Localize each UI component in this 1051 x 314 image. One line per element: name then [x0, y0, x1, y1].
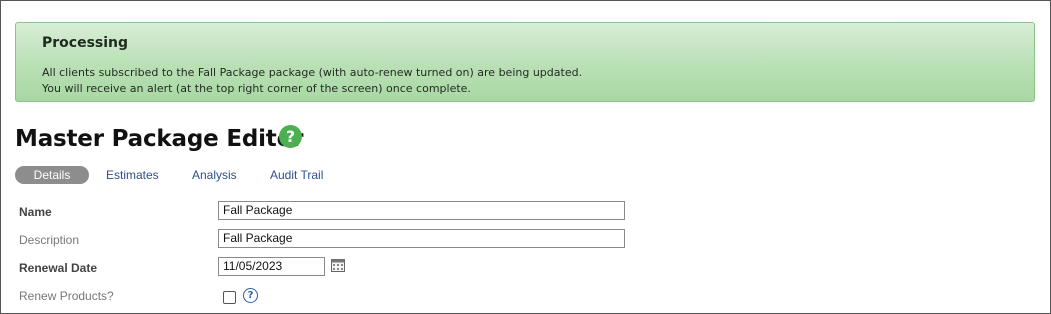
tab-estimates[interactable]: Estimates	[106, 166, 159, 184]
description-label: Description	[19, 233, 80, 247]
tab-details[interactable]: Details	[15, 166, 89, 184]
renew-products-checkbox[interactable]	[223, 291, 236, 304]
renewal-date-field[interactable]: 11/05/2023	[218, 257, 325, 276]
question-circle-icon[interactable]: ?	[279, 125, 302, 148]
description-field[interactable]: Fall Package	[218, 229, 625, 248]
renew-products-label: Renew Products?	[19, 289, 114, 303]
calendar-icon[interactable]	[331, 259, 345, 272]
name-label: Name	[19, 205, 52, 219]
renewal-date-label: Renewal Date	[19, 261, 98, 275]
question-circle-outline-icon[interactable]: ?	[243, 288, 258, 303]
tab-audit-trail[interactable]: Audit Trail	[270, 166, 323, 184]
page-title: Master Package Editor	[15, 126, 304, 152]
processing-alert: Processing All clients subscribed to the…	[15, 22, 1035, 102]
alert-message-line-2: You will receive an alert (at the top ri…	[42, 82, 471, 95]
alert-title: Processing	[42, 35, 129, 51]
name-field[interactable]: Fall Package	[218, 201, 625, 220]
alert-message-line-1: All clients subscribed to the Fall Packa…	[42, 66, 583, 79]
tab-analysis[interactable]: Analysis	[192, 166, 237, 184]
